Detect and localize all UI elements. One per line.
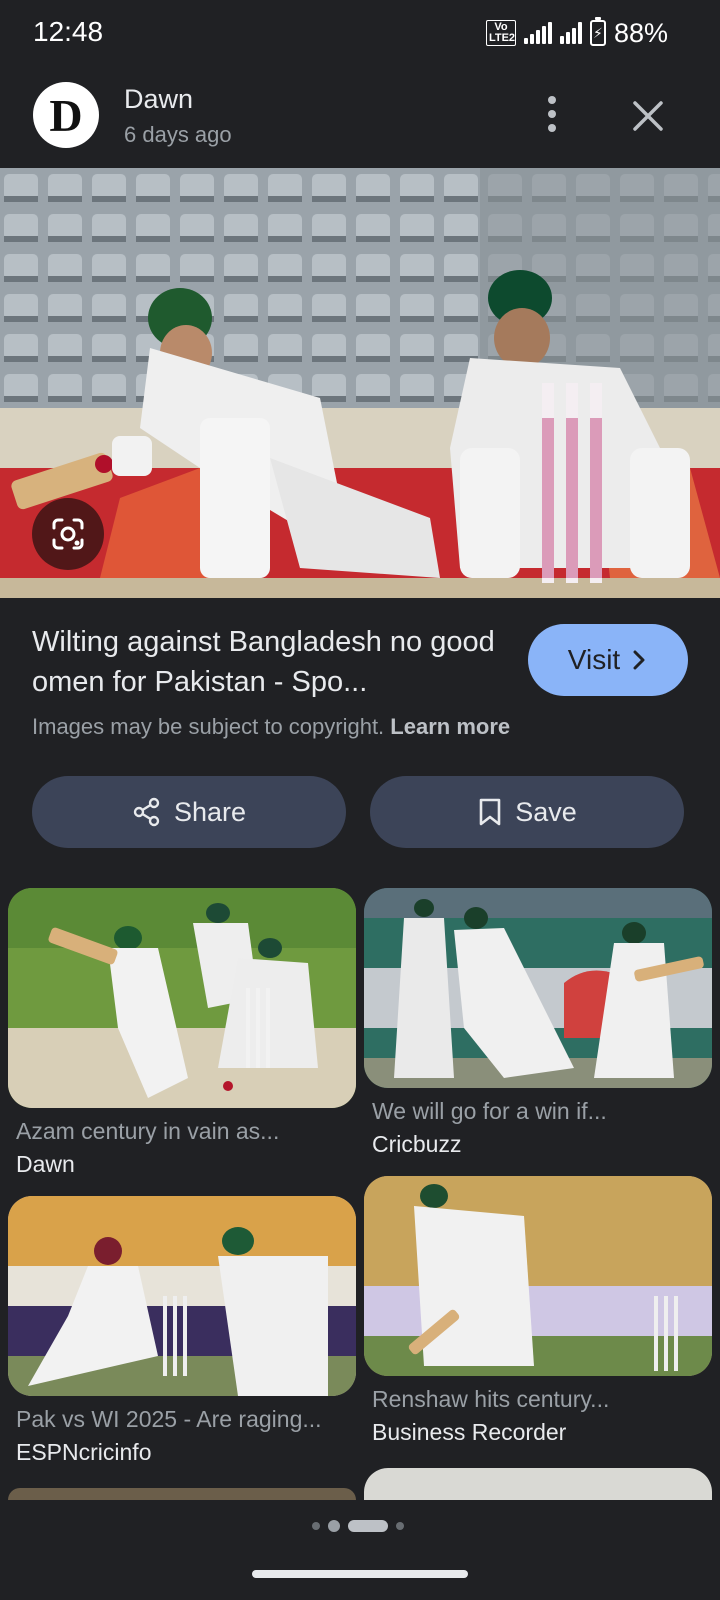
page-dot bbox=[396, 1522, 404, 1530]
related-site: Dawn bbox=[16, 1151, 75, 1177]
close-icon bbox=[633, 101, 663, 131]
related-thumbnail bbox=[8, 888, 356, 1108]
source-name[interactable]: Dawn bbox=[124, 84, 193, 115]
close-button[interactable] bbox=[626, 94, 670, 138]
share-label: Share bbox=[173, 796, 247, 827]
related-card-partial[interactable] bbox=[8, 1488, 356, 1500]
battery-charging-icon: ⚡ bbox=[589, 17, 606, 46]
bookmark-icon bbox=[479, 798, 501, 826]
bottom-area bbox=[0, 1500, 720, 1600]
related-caption: Pak vs WI 2025 - Are raging... bbox=[16, 1406, 322, 1432]
share-icon bbox=[133, 797, 160, 827]
signal-4g-icon bbox=[523, 22, 552, 44]
more-vert-icon bbox=[548, 96, 556, 104]
related-caption: Azam century in vain as... bbox=[16, 1118, 280, 1144]
volte-icon: Vo LTE2 bbox=[485, 20, 516, 46]
viewer-header: D Dawn 6 days ago bbox=[0, 74, 720, 164]
related-thumbnail bbox=[8, 1196, 356, 1396]
visit-label: Visit bbox=[567, 644, 621, 675]
visit-button[interactable]: Visit bbox=[528, 624, 688, 696]
page-dot-active bbox=[348, 1520, 388, 1532]
learn-more-link[interactable]: Learn more bbox=[390, 714, 510, 739]
related-caption: We will go for a win if... bbox=[372, 1098, 607, 1124]
related-site: Cricbuzz bbox=[372, 1131, 462, 1157]
status-time: 12:48 bbox=[33, 16, 104, 47]
source-logo[interactable]: D bbox=[33, 82, 99, 148]
battery-percent: 88% bbox=[613, 17, 668, 48]
related-caption: Renshaw hits century... bbox=[372, 1386, 610, 1412]
related-card[interactable]: Pak vs WI 2025 - Are raging... ESPNcrici… bbox=[8, 1196, 356, 1466]
status-bar: 12:48 Vo LTE2 ⚡ 88% bbox=[0, 0, 720, 66]
more-options-button[interactable] bbox=[532, 92, 572, 136]
copyright-text: Images may be subject to copyright. bbox=[32, 714, 385, 739]
google-lens-button[interactable] bbox=[32, 498, 104, 570]
related-site: Business Recorder bbox=[372, 1419, 567, 1445]
share-button[interactable]: Share bbox=[32, 776, 346, 848]
related-site: ESPNcricinfo bbox=[16, 1439, 152, 1465]
related-card[interactable]: We will go for a win if... Cricbuzz bbox=[364, 888, 712, 1158]
related-card-partial[interactable] bbox=[364, 1468, 712, 1500]
page-indicator bbox=[312, 1516, 404, 1536]
chevron-right-icon bbox=[633, 650, 645, 670]
page-dot bbox=[328, 1520, 340, 1532]
result-title[interactable]: Wilting against Bangladesh no good omen … bbox=[32, 622, 512, 702]
related-thumbnail bbox=[364, 888, 712, 1088]
signal-icon bbox=[559, 22, 582, 44]
related-card[interactable]: Azam century in vain as... Dawn bbox=[8, 888, 356, 1178]
save-label: Save bbox=[515, 796, 577, 827]
page-dot bbox=[312, 1522, 320, 1530]
home-gesture-bar[interactable] bbox=[252, 1570, 468, 1578]
copyright-notice: Images may be subject to copyright. Lear… bbox=[32, 714, 510, 740]
status-icons: Vo LTE2 ⚡ 88% bbox=[485, 17, 668, 48]
related-thumbnail bbox=[364, 1176, 712, 1376]
cricket-photo bbox=[0, 168, 720, 598]
google-lens-icon bbox=[52, 518, 84, 550]
source-age: 6 days ago bbox=[124, 122, 232, 147]
save-button[interactable]: Save bbox=[370, 776, 684, 848]
related-card[interactable]: Renshaw hits century... Business Recorde… bbox=[364, 1176, 712, 1446]
hero-image[interactable] bbox=[0, 168, 720, 598]
